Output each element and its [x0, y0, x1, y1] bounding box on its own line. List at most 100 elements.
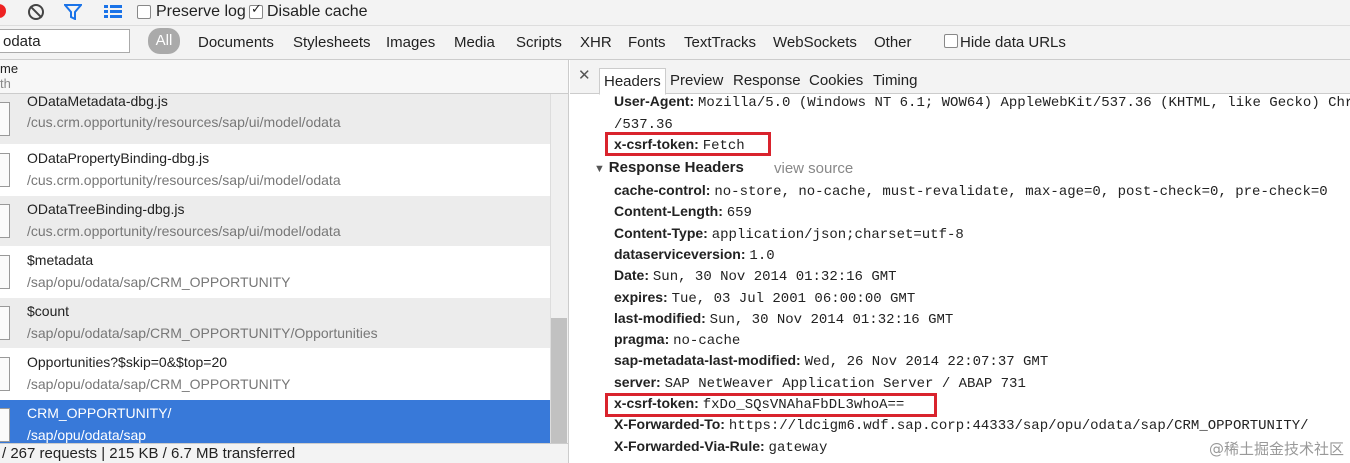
request-list-header[interactable]: me th — [0, 60, 568, 94]
file-icon — [0, 102, 10, 136]
header-value: Wed, 26 Nov 2014 22:07:37 GMT — [804, 354, 1049, 371]
filter-type-texttracks[interactable]: TextTracks — [684, 34, 756, 51]
header-value: /537.36 — [614, 117, 673, 133]
hide-data-urls-label: Hide data URLs — [960, 34, 1066, 51]
request-path: /sap/opu/odata/sap/CRM_OPPORTUNITY/Oppor… — [27, 325, 378, 341]
header-line: expires: Tue, 03 Jul 2001 06:00:00 GMT — [614, 289, 915, 307]
filter-all-button[interactable]: All — [148, 28, 180, 54]
filter-icon[interactable] — [64, 4, 82, 20]
path-column-header: th — [0, 76, 11, 91]
name-column-header[interactable]: me — [0, 61, 18, 76]
header-line: dataserviceversion: 1.0 — [614, 246, 775, 264]
watermark: @稀土掘金技术社区 — [1208, 440, 1344, 458]
devtools-toolbar: Preserve log Disable cache — [0, 0, 1350, 26]
tab-cookies[interactable]: Cookies — [809, 72, 863, 89]
headers-content: User-Agent: Mozilla/5.0 (Windows NT 6.1;… — [570, 93, 1350, 463]
header-value: 1.0 — [749, 247, 775, 264]
request-path: /cus.crm.opportunity/resources/sap/ui/mo… — [27, 172, 341, 188]
tab-preview[interactable]: Preview — [670, 72, 723, 89]
request-row[interactable]: Opportunities?$skip=0&$top=20 /sap/opu/o… — [0, 349, 550, 400]
highlight-box-response-csrf — [605, 393, 937, 417]
header-line: sap-metadata-last-modified: Wed, 26 Nov … — [614, 352, 1048, 370]
header-line: Content-Type: application/json;charset=u… — [614, 225, 964, 243]
hide-data-urls-checkbox[interactable] — [944, 34, 958, 48]
tab-headers[interactable]: Headers — [599, 68, 666, 95]
filter-type-websockets[interactable]: WebSockets — [773, 34, 857, 51]
request-name: ODataMetadata-dbg.js — [27, 93, 168, 109]
header-value: no-cache — [673, 333, 741, 350]
request-name: ODataPropertyBinding-dbg.js — [27, 150, 210, 166]
request-row[interactable]: ODataMetadata-dbg.js /cus.crm.opportunit… — [0, 93, 550, 145]
filter-type-xhr[interactable]: XHR — [580, 34, 612, 51]
request-row[interactable]: ODataTreeBinding-dbg.js /cus.crm.opportu… — [0, 196, 550, 247]
request-name: Opportunities?$skip=0&$top=20 — [27, 354, 228, 370]
view-source-link[interactable]: view source — [774, 160, 853, 177]
header-line: X-Forwarded-Via-Rule: gateway — [614, 438, 827, 456]
request-name: CRM_OPPORTUNITY/ — [27, 405, 172, 421]
header-key: Content-Length: — [614, 203, 723, 220]
preserve-log-checkbox[interactable] — [137, 5, 151, 19]
header-line: Date: Sun, 30 Nov 2014 01:32:16 GMT — [614, 267, 897, 285]
filter-bar: All Documents Stylesheets Images Media S… — [0, 26, 1350, 60]
filter-type-scripts[interactable]: Scripts — [516, 34, 562, 51]
expand-triangle-icon[interactable]: ▼ — [594, 163, 605, 175]
request-name: $count — [27, 303, 70, 319]
header-key: Date: — [614, 267, 650, 284]
file-icon — [0, 408, 10, 442]
request-path: /sap/opu/odata/sap — [27, 427, 147, 443]
header-line: last-modified: Sun, 30 Nov 2014 01:32:16… — [614, 310, 953, 328]
header-value: Sun, 30 Nov 2014 01:32:16 GMT — [709, 311, 954, 328]
header-value: 659 — [726, 205, 752, 222]
request-row[interactable]: $count /sap/opu/odata/sap/CRM_OPPORTUNIT… — [0, 298, 550, 349]
header-value: Sun, 30 Nov 2014 01:32:16 GMT — [652, 269, 897, 286]
record-icon[interactable] — [0, 4, 6, 18]
header-line: X-Forwarded-To: https://ldcigm6.wdf.sap.… — [614, 416, 1309, 434]
status-bar: / 267 requests | 215 KB / 6.7 MB transfe… — [0, 443, 568, 463]
file-icon — [0, 153, 10, 187]
request-name: ODataTreeBinding-dbg.js — [27, 201, 185, 217]
request-row[interactable]: ODataPropertyBinding-dbg.js /cus.crm.opp… — [0, 145, 550, 196]
header-value: application/json;charset=utf-8 — [711, 226, 964, 243]
header-line: User-Agent: Mozilla/5.0 (Windows NT 6.1;… — [614, 93, 1350, 111]
response-headers-section[interactable]: ▼ Response Headers — [594, 159, 744, 176]
filter-type-documents[interactable]: Documents — [198, 34, 274, 51]
filter-type-stylesheets[interactable]: Stylesheets — [293, 34, 371, 51]
request-row[interactable]: $metadata /sap/opu/odata/sap/CRM_OPPORTU… — [0, 247, 550, 298]
request-path: /cus.crm.opportunity/resources/sap/ui/mo… — [27, 114, 341, 130]
header-line: pragma: no-cache — [614, 331, 740, 349]
header-line-continued: /537.36 — [614, 115, 673, 133]
tab-response[interactable]: Response — [733, 72, 801, 89]
request-path: /cus.crm.opportunity/resources/sap/ui/mo… — [27, 223, 341, 239]
file-icon — [0, 204, 10, 238]
preserve-log-label: Preserve log — [156, 3, 246, 20]
list-view-icon[interactable] — [104, 4, 122, 20]
filter-type-images[interactable]: Images — [386, 34, 435, 51]
request-path: /sap/opu/odata/sap/CRM_OPPORTUNITY — [27, 274, 291, 290]
close-icon[interactable]: ✕ — [578, 66, 591, 84]
clear-icon[interactable] — [28, 4, 44, 20]
disable-cache-label: Disable cache — [267, 3, 368, 20]
header-key: last-modified: — [614, 309, 706, 326]
scrollbar-thumb[interactable] — [551, 318, 567, 446]
request-name: $metadata — [27, 252, 94, 268]
filter-type-media[interactable]: Media — [454, 34, 495, 51]
header-value: Mozilla/5.0 (Windows NT 6.1; WOW64) Appl… — [698, 95, 1350, 111]
header-value: https://ldcigm6.wdf.sap.corp:44333/sap/o… — [728, 418, 1309, 435]
header-value: no-store, no-cache, must-revalidate, max… — [714, 184, 1328, 200]
header-key: expires: — [614, 288, 668, 305]
details-tab-bar: ✕ Headers Preview Response Cookies Timin… — [570, 60, 1350, 95]
disable-cache-checkbox[interactable] — [249, 2, 263, 19]
header-key: sap-metadata-last-modified: — [614, 352, 801, 369]
header-key: User-Agent: — [614, 93, 695, 109]
filter-input[interactable] — [0, 29, 130, 53]
header-line: cache-control: no-store, no-cache, must-… — [614, 182, 1328, 200]
section-title: Response Headers — [608, 159, 744, 176]
header-key: dataserviceversion: — [614, 245, 746, 262]
filter-type-other[interactable]: Other — [874, 34, 912, 51]
header-key: server: — [614, 373, 661, 390]
request-rows: ODataMetadata-dbg.js /cus.crm.opportunit… — [0, 93, 550, 451]
header-key: Content-Type: — [614, 224, 708, 241]
file-icon — [0, 255, 10, 289]
filter-type-fonts[interactable]: Fonts — [628, 34, 666, 51]
tab-timing[interactable]: Timing — [873, 72, 917, 89]
